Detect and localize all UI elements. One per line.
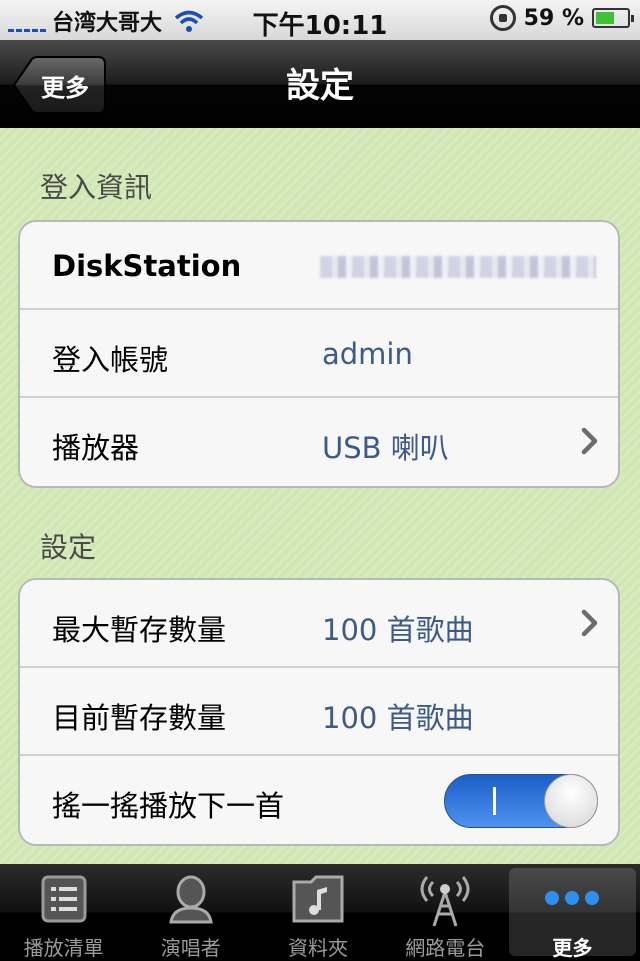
battery-fill (596, 12, 614, 24)
section-header-settings: 設定 (40, 531, 97, 564)
tab-label: 播放清單 (23, 936, 104, 960)
more-dots-icon (545, 891, 600, 905)
settings-content[interactable]: 登入資訊 DiskStation 登入帳號 admin 播放器 USB 喇叭 設… (0, 128, 640, 864)
tab-label: 網路電台 (405, 936, 486, 960)
row-label: 播放器 (52, 431, 140, 465)
status-right: 59 % (489, 5, 634, 31)
row-label: DiskStation (52, 249, 242, 283)
toggle-knob[interactable] (544, 774, 598, 828)
row-label: 搖一搖播放下一首 (52, 789, 285, 823)
shake-toggle-switch[interactable] (444, 774, 598, 828)
status-bar: 台湾大哥大 下午10:11 59 % (0, 0, 640, 41)
row-diskstation: DiskStation (20, 222, 618, 310)
login-group: DiskStation 登入帳號 admin 播放器 USB 喇叭 (18, 220, 620, 488)
artist-icon (169, 875, 213, 924)
row-label: 最大暫存數量 (52, 613, 227, 647)
row-shake-next: 搖一搖播放下一首 (20, 756, 618, 844)
tab-playlist[interactable]: 播放清單 (0, 864, 127, 960)
tab-label: 資料夾 (288, 936, 348, 960)
toggle-on-mark (493, 787, 496, 815)
row-current-cache: 目前暫存數量 100 首歌曲 (20, 668, 618, 756)
chevron-right-icon (581, 427, 598, 455)
row-value: admin (322, 337, 413, 371)
battery-icon (592, 8, 634, 28)
radio-tower-icon (420, 876, 470, 927)
page-title: 設定 (286, 66, 354, 106)
row-max-cache[interactable]: 最大暫存數量 100 首歌曲 (20, 580, 618, 668)
settings-group: 最大暫存數量 100 首歌曲 目前暫存數量 100 首歌曲 搖一搖播放下一首 (18, 578, 620, 846)
tab-folder[interactable]: 資料夾 (254, 864, 381, 960)
battery-percent: 59 % (523, 5, 584, 31)
folder-music-icon (292, 875, 344, 923)
tab-artist[interactable]: 演唱者 (127, 864, 254, 960)
tab-more[interactable]: 更多 (508, 868, 637, 960)
row-value: 100 首歌曲 (322, 613, 474, 647)
tab-label: 演唱者 (160, 936, 221, 960)
rotation-lock-icon (489, 5, 516, 31)
tab-radio[interactable]: 網路電台 (382, 864, 509, 960)
row-value: 100 首歌曲 (322, 701, 474, 735)
tab-bar: 播放清單 演唱者 資料夾 網路電台 更多 (0, 864, 640, 960)
row-label: 登入帳號 (52, 343, 169, 377)
tab-label: 更多 (552, 936, 593, 960)
section-header-login: 登入資訊 (40, 171, 153, 204)
playlist-icon (41, 875, 87, 923)
diskstation-address-blurred (320, 256, 596, 278)
chevron-right-icon (581, 609, 598, 637)
row-label: 目前暫存數量 (52, 701, 227, 735)
navigation-bar: 更多 設定 (0, 40, 640, 129)
row-player[interactable]: 播放器 USB 喇叭 (20, 398, 618, 486)
row-login-account: 登入帳號 admin (20, 310, 618, 398)
row-value: USB 喇叭 (322, 431, 449, 465)
